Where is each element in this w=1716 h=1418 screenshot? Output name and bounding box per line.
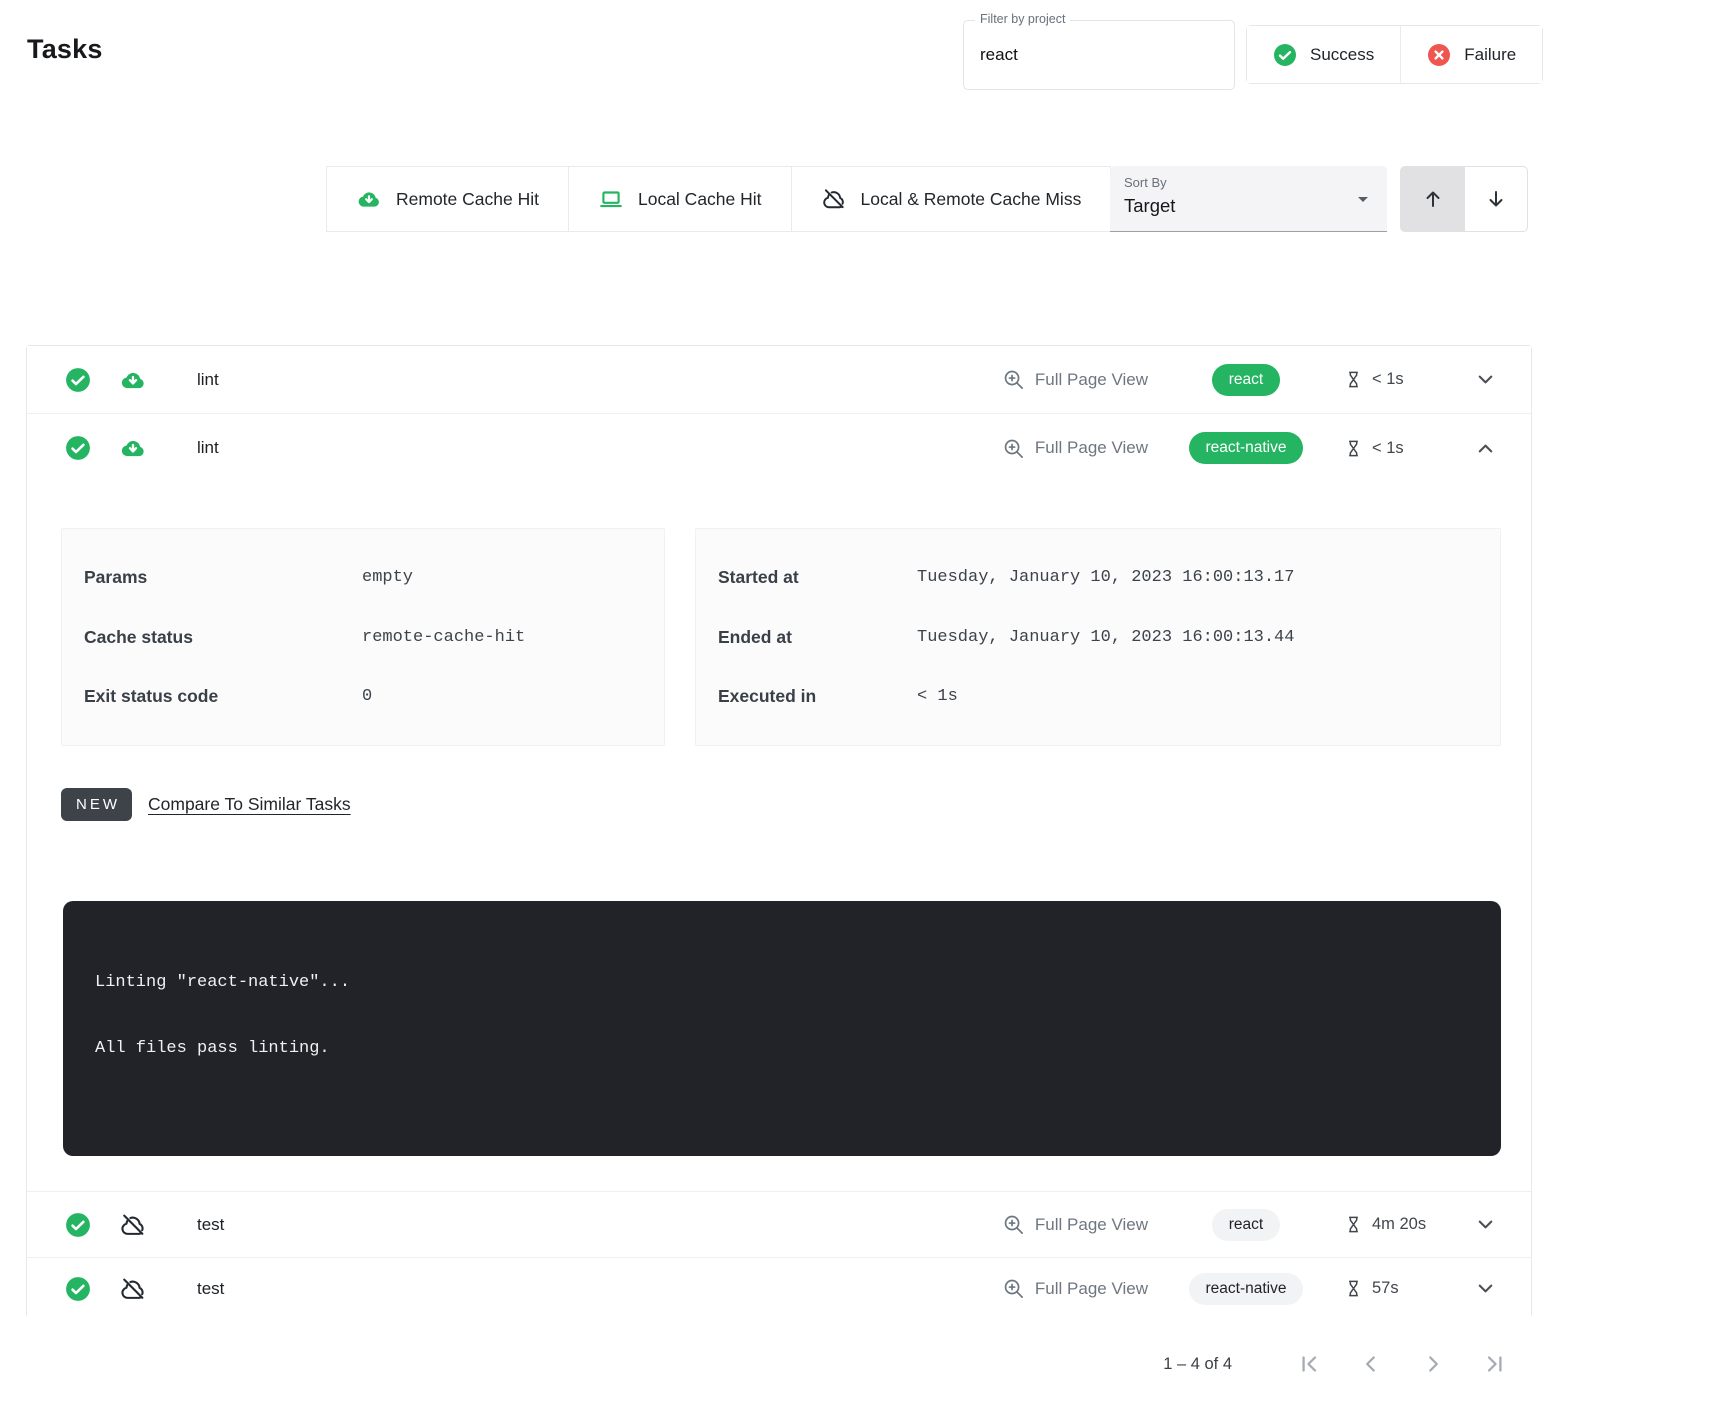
cloud-off-icon <box>119 1275 147 1303</box>
zoom-in-icon <box>1002 1213 1025 1236</box>
task-detail-panel-left: Params empty Cache status remote-cache-h… <box>61 528 665 746</box>
expand-row-button[interactable] <box>1470 1209 1501 1240</box>
sort-by-value: Target <box>1124 195 1175 217</box>
task-duration: < 1s <box>1344 370 1432 389</box>
next-page-button[interactable] <box>1418 1349 1448 1379</box>
chevron-up-icon <box>1474 437 1497 460</box>
sort-by-label: Sort By <box>1124 175 1167 190</box>
task-duration: 57s <box>1344 1279 1432 1298</box>
arrow-up-icon <box>1421 187 1445 211</box>
hourglass-icon <box>1344 1215 1363 1234</box>
chevron-right-icon <box>1420 1351 1446 1377</box>
full-page-view-link[interactable]: Full Page View <box>1002 368 1148 391</box>
success-label: Success <box>1310 45 1374 65</box>
cloud-off-icon <box>821 186 847 212</box>
project-badge: react <box>1212 364 1280 396</box>
task-name: test <box>197 1279 224 1299</box>
cloud-download-icon <box>356 186 382 212</box>
cache-miss-label: Local & Remote Cache Miss <box>861 189 1082 210</box>
chevron-down-icon <box>1474 1277 1497 1300</box>
zoom-in-icon <box>1002 437 1025 460</box>
task-row-test-react-native[interactable]: test Full Page View react-native 57s <box>27 1257 1531 1319</box>
task-row-test-react[interactable]: test Full Page View react 4m 20s <box>27 1191 1531 1257</box>
task-row-lint-react-native[interactable]: lint Full Page View react-native < 1s <box>27 414 1531 482</box>
terminal-line: All files pass linting. <box>95 1037 1469 1061</box>
last-page-icon <box>1482 1351 1508 1377</box>
cache-status-row: Cache status remote-cache-hit <box>62 627 664 648</box>
hourglass-icon <box>1344 370 1363 389</box>
task-duration: 4m 20s <box>1344 1215 1432 1234</box>
cache-filter-group: Remote Cache Hit Local Cache Hit Local &… <box>326 166 1111 232</box>
first-page-icon <box>1296 1351 1322 1377</box>
chevron-down-icon <box>1474 1213 1497 1236</box>
zoom-in-icon <box>1002 1277 1025 1300</box>
remote-cache-hit-filter-button[interactable]: Remote Cache Hit <box>327 167 568 231</box>
previous-page-button[interactable] <box>1356 1349 1386 1379</box>
local-cache-hit-filter-button[interactable]: Local Cache Hit <box>568 167 791 231</box>
task-name: lint <box>197 370 219 390</box>
pagination: 1 – 4 of 4 <box>1163 1338 1510 1390</box>
success-icon <box>1273 43 1297 67</box>
terminal-output: Linting "react-native"... All files pass… <box>63 901 1501 1156</box>
full-page-view-link[interactable]: Full Page View <box>1002 437 1148 460</box>
failure-icon <box>1427 43 1451 67</box>
terminal-line: Linting "react-native"... <box>95 971 1469 995</box>
collapse-row-button[interactable] <box>1470 433 1501 464</box>
task-name: lint <box>197 438 219 458</box>
caret-down-icon <box>1351 187 1375 211</box>
task-row-lint-react[interactable]: lint Full Page View react < 1s <box>27 346 1531 414</box>
failure-label: Failure <box>1464 45 1516 65</box>
success-filter-button[interactable]: Success <box>1247 26 1400 83</box>
chevron-down-icon <box>1474 368 1497 391</box>
project-badge: react-native <box>1189 432 1304 464</box>
project-badge: react-native <box>1189 1273 1304 1305</box>
local-cache-hit-label: Local Cache Hit <box>638 189 762 210</box>
full-page-view-link[interactable]: Full Page View <box>1002 1277 1148 1300</box>
laptop-icon <box>598 186 624 212</box>
compare-row: NEW Compare To Similar Tasks <box>61 788 351 821</box>
sort-descending-button[interactable] <box>1464 166 1528 232</box>
first-page-button[interactable] <box>1294 1349 1324 1379</box>
pagination-range-label: 1 – 4 of 4 <box>1163 1355 1232 1374</box>
compare-to-similar-tasks-link[interactable]: Compare To Similar Tasks <box>148 794 351 815</box>
page-title: Tasks <box>27 34 103 65</box>
success-status-icon <box>65 1276 91 1302</box>
project-filter-field[interactable]: Filter by project <box>963 20 1235 90</box>
cache-miss-filter-button[interactable]: Local & Remote Cache Miss <box>791 167 1111 231</box>
task-list-card: lint Full Page View react < 1s <box>26 345 1532 1318</box>
sort-direction-group <box>1400 166 1528 232</box>
executed-in-row: Executed in < 1s <box>696 686 1500 707</box>
chevron-left-icon <box>1358 1351 1384 1377</box>
params-row: Params empty <box>62 567 664 588</box>
task-name: test <box>197 1215 224 1235</box>
sort-ascending-button[interactable] <box>1400 166 1464 232</box>
sort-by-select[interactable]: Sort By Target <box>1110 166 1387 232</box>
last-page-button[interactable] <box>1480 1349 1510 1379</box>
project-filter-input[interactable] <box>964 21 1234 89</box>
cloud-download-icon <box>119 434 147 462</box>
remote-cache-hit-label: Remote Cache Hit <box>396 189 539 210</box>
ended-at-row: Ended at Tuesday, January 10, 2023 16:00… <box>696 627 1500 648</box>
task-duration: < 1s <box>1344 439 1432 458</box>
full-page-view-link[interactable]: Full Page View <box>1002 1213 1148 1236</box>
expand-row-button[interactable] <box>1470 1273 1501 1304</box>
cloud-download-icon <box>119 366 147 394</box>
success-status-icon <box>65 1212 91 1238</box>
failure-filter-button[interactable]: Failure <box>1400 26 1542 83</box>
status-filter-group: Success Failure <box>1246 25 1543 84</box>
project-badge: react <box>1212 1209 1280 1241</box>
success-status-icon <box>65 367 91 393</box>
started-at-row: Started at Tuesday, January 10, 2023 16:… <box>696 567 1500 588</box>
hourglass-icon <box>1344 439 1363 458</box>
cloud-off-icon <box>119 1211 147 1239</box>
expand-row-button[interactable] <box>1470 364 1501 395</box>
success-status-icon <box>65 435 91 461</box>
task-detail-panel-right: Started at Tuesday, January 10, 2023 16:… <box>695 528 1501 746</box>
new-badge: NEW <box>61 788 132 821</box>
hourglass-icon <box>1344 1279 1363 1298</box>
exit-status-row: Exit status code 0 <box>62 686 664 707</box>
arrow-down-icon <box>1484 187 1508 211</box>
zoom-in-icon <box>1002 368 1025 391</box>
